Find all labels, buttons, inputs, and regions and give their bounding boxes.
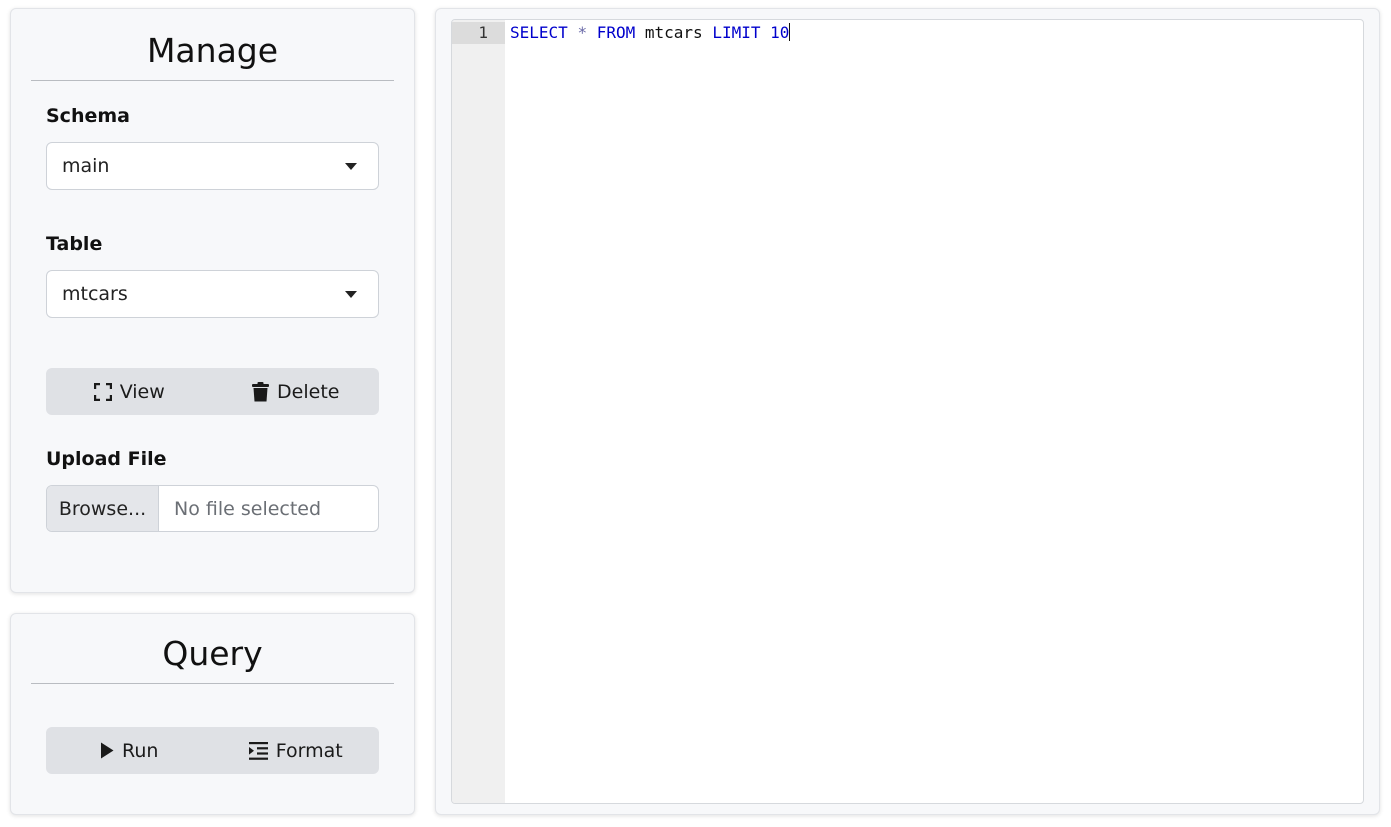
view-button[interactable]: View bbox=[46, 368, 213, 415]
query-panel: Query Run Format bbox=[10, 613, 415, 815]
schema-select[interactable]: main bbox=[46, 142, 379, 190]
number-literal: 10 bbox=[770, 23, 790, 42]
line-number: 1 bbox=[452, 22, 505, 44]
trash-icon bbox=[252, 381, 270, 402]
caret-down-icon bbox=[345, 163, 357, 170]
schema-select-value: main bbox=[62, 155, 110, 177]
delete-button-label: Delete bbox=[277, 380, 340, 403]
indent-icon bbox=[248, 741, 268, 760]
code-line[interactable]: SELECT * FROM mtcars LIMIT 10 bbox=[510, 22, 791, 44]
format-button-label: Format bbox=[275, 739, 343, 762]
caret-down-icon bbox=[345, 291, 357, 298]
file-name-field[interactable]: No file selected bbox=[159, 486, 378, 531]
editor-gutter: 1 bbox=[452, 20, 505, 803]
table-actions: View Delete bbox=[46, 368, 379, 415]
schema-label: Schema bbox=[46, 105, 130, 127]
upload-label: Upload File bbox=[46, 448, 167, 470]
operator-star: * bbox=[577, 23, 588, 42]
view-button-label: View bbox=[119, 380, 165, 403]
query-actions: Run Format bbox=[46, 727, 379, 774]
expand-icon bbox=[93, 382, 112, 401]
play-icon bbox=[100, 742, 114, 759]
query-title: Query bbox=[31, 634, 394, 684]
format-button[interactable]: Format bbox=[213, 727, 380, 774]
identifier-table: mtcars bbox=[644, 23, 703, 42]
keyword-from: FROM bbox=[596, 23, 636, 42]
browse-button[interactable]: Browse... bbox=[47, 486, 159, 531]
file-upload: Browse... No file selected bbox=[46, 485, 379, 532]
text-cursor bbox=[789, 23, 791, 41]
delete-button[interactable]: Delete bbox=[213, 368, 380, 415]
keyword-limit: LIMIT bbox=[712, 23, 761, 42]
table-select-value: mtcars bbox=[62, 283, 128, 305]
editor-panel: 1 SELECT * FROM mtcars LIMIT 10 bbox=[435, 8, 1380, 815]
table-select[interactable]: mtcars bbox=[46, 270, 379, 318]
keyword-select: SELECT bbox=[510, 23, 568, 42]
run-button-label: Run bbox=[122, 739, 159, 762]
sql-editor[interactable]: 1 SELECT * FROM mtcars LIMIT 10 bbox=[451, 19, 1364, 804]
manage-panel: Manage Schema main Table mtcars View Del… bbox=[10, 8, 415, 593]
run-button[interactable]: Run bbox=[46, 727, 213, 774]
table-label: Table bbox=[46, 233, 103, 255]
manage-title: Manage bbox=[31, 31, 394, 81]
